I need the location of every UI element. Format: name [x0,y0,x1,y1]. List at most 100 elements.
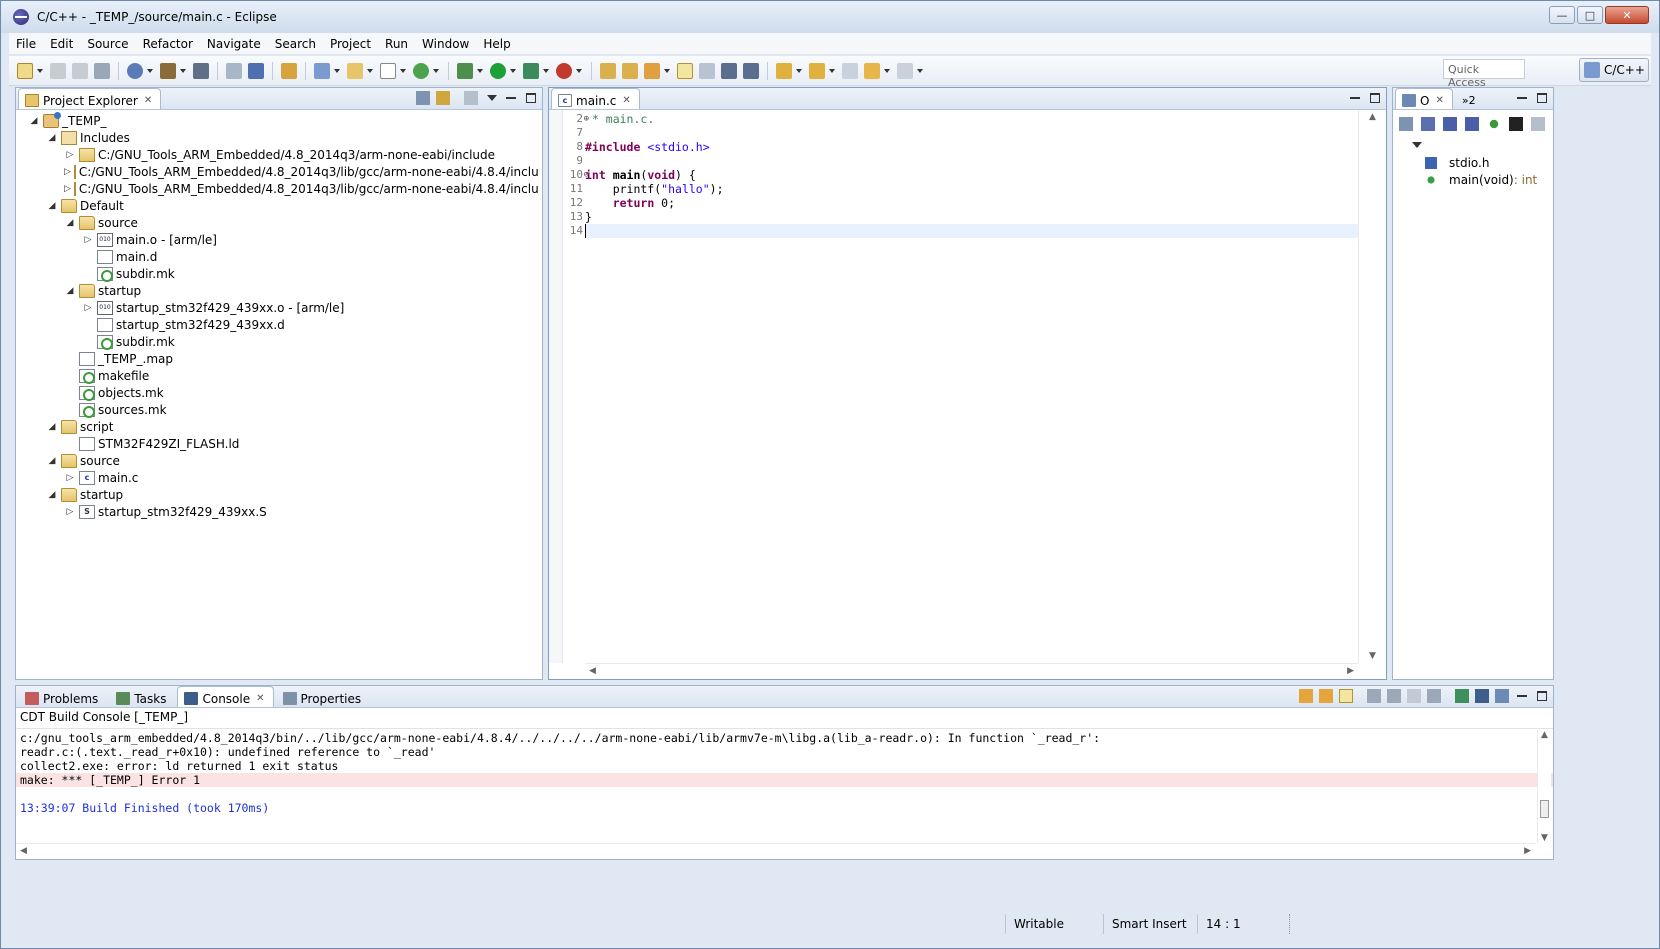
menu-run[interactable]: Run [378,37,415,51]
new-source-folder-icon[interactable] [347,62,363,79]
hide-non-public-icon[interactable] [1489,119,1499,129]
code-line[interactable] [585,126,1358,140]
tree-item[interactable]: subdir.mk [20,333,538,350]
outline-menu-icon[interactable] [1409,138,1423,152]
menu-file[interactable]: File [9,37,43,51]
expanded-arrow-icon[interactable]: ◢ [64,217,76,229]
tree-item[interactable]: ◢ startup [20,282,538,299]
show-whitespace-icon[interactable] [743,62,759,79]
code-editor[interactable]: 2 ⊕ 7 8 9 10 ⊖ 11 12 13 14 * main.c. #include <stdi… [549,110,1386,679]
collapse-all-icon[interactable] [1399,117,1413,131]
perspective-cpp-button[interactable]: C/C++ [1579,58,1649,82]
scroll-down-icon[interactable]: ▼ [1541,833,1548,843]
view-menu-icon[interactable] [484,91,498,105]
scroll-right-icon[interactable]: ▶ [1524,846,1531,856]
open-perspective-icon[interactable] [1533,59,1555,81]
scroll-lock-icon[interactable] [1339,689,1353,703]
close-icon[interactable]: ✕ [622,95,630,106]
expanded-arrow-icon[interactable]: ◢ [46,489,58,501]
tree-item[interactable]: STM32F429ZI_FLASH.ld [20,435,538,452]
tree-item[interactable]: sources.mk [20,401,538,418]
toggle-word-wrap-icon[interactable] [699,62,715,79]
new-class-icon[interactable] [413,62,429,79]
tab-properties[interactable]: Properties [276,686,371,707]
menu-project[interactable]: Project [323,37,378,51]
maximize-button[interactable]: □ [1577,6,1603,24]
save-icon[interactable] [50,62,66,79]
tree-item[interactable]: ◢ Default [20,197,538,214]
tree-item[interactable]: ▷ Sstartup_stm32f429_439xx.S [20,503,538,520]
minimize-button[interactable]: — [1549,6,1575,24]
new-icon[interactable] [17,62,33,79]
word-wrap-icon[interactable] [1407,689,1421,703]
expanded-arrow-icon[interactable]: ◢ [46,421,58,433]
menu-refactor[interactable]: Refactor [136,37,200,51]
print-icon[interactable] [94,62,110,79]
scroll-left-icon[interactable]: ◀ [20,846,27,856]
scroll-up-icon[interactable]: ▲ [1541,730,1548,740]
code-line[interactable] [585,154,1358,168]
tree-item[interactable]: subdir.mk [20,265,538,282]
open-folder-icon[interactable] [600,62,616,79]
search-icon[interactable] [644,62,660,79]
tab-overflow[interactable]: »2 [1455,88,1485,109]
maximize-panel-icon[interactable] [524,91,538,105]
minimize-panel-icon[interactable] [504,91,518,105]
tree-item[interactable]: ◢ source [20,452,538,469]
link-with-editor-icon[interactable] [436,91,450,105]
minimize-panel-icon[interactable] [1515,91,1529,105]
outline-item[interactable]: stdio.h [1413,154,1549,171]
collapsed-arrow-icon[interactable]: ▷ [82,302,94,314]
close-button[interactable]: ✕ [1605,6,1649,24]
tree-item[interactable]: ◢ startup [20,486,538,503]
quick-access-input[interactable]: Quick Access [1443,59,1525,89]
code-line[interactable]: } [585,210,1358,224]
collapsed-arrow-icon[interactable]: ▷ [64,183,71,195]
expanded-arrow-icon[interactable]: ◢ [28,115,40,127]
tree-item[interactable]: ◢ Includes [20,129,538,146]
tree-item[interactable]: main.d [20,248,538,265]
run-icon[interactable] [490,62,506,79]
tree-item[interactable]: ▷ 010 startup_stm32f429_439xx.o - [arm/le] [20,299,538,316]
tree-item[interactable]: ▷ c main.c [20,469,538,486]
tree-item[interactable]: ▷ C:/GNU_Tools_ARM_Embedded/4.8_2014q3/li… [20,163,538,180]
maximize-panel-icon[interactable] [1368,91,1382,105]
filter-icon[interactable] [1531,117,1545,131]
tab-tasks[interactable]: Tasks [109,686,175,707]
collapsed-arrow-icon[interactable]: ▷ [82,234,94,246]
previous-annotation-icon[interactable] [809,62,825,79]
refresh-icon[interactable] [226,62,242,79]
horizontal-scrollbar[interactable]: ◀ ▶ [585,663,1358,679]
forward-icon[interactable] [897,62,913,79]
menu-window[interactable]: Window [415,37,476,51]
paste-icon[interactable] [1387,689,1401,703]
block-selection-icon[interactable] [721,62,737,79]
skip-breakpoints-icon[interactable] [248,62,264,79]
close-icon[interactable]: ✕ [256,693,264,704]
close-icon[interactable]: ✕ [1435,95,1443,106]
tab-main-c[interactable]: c main.c ✕ [551,88,640,109]
hide-macros-icon[interactable] [1509,117,1523,131]
scroll-right-icon[interactable]: ▶ [1347,666,1354,676]
new-c-project-icon[interactable] [314,62,330,79]
menu-navigate[interactable]: Navigate [200,37,268,51]
tree-item[interactable]: _TEMP_.map [20,350,538,367]
code-line[interactable]: return 0; [585,196,1358,210]
toggle-mark-occurrences-icon[interactable] [677,62,693,79]
code-line[interactable]: int main(void) { [585,168,1358,182]
sort-icon[interactable] [1421,117,1435,131]
collapsed-arrow-icon[interactable]: ▷ [64,506,76,518]
scroll-left-icon[interactable]: ◀ [589,666,596,676]
scroll-thumb[interactable] [1540,800,1549,818]
tree-item[interactable]: ◢ _TEMP_ [20,112,538,129]
open-element-icon[interactable] [622,62,638,79]
expanded-arrow-icon[interactable]: ◢ [46,132,58,144]
build-hammer-icon[interactable] [160,62,176,79]
menu-source[interactable]: Source [80,37,135,51]
tab-console[interactable]: Console ✕ [177,686,274,707]
back-icon[interactable] [864,62,880,79]
open-type-icon[interactable] [281,62,297,79]
code-line[interactable]: #include <stdio.h> [585,140,1358,154]
tree-item[interactable]: objects.mk [20,384,538,401]
outline-item[interactable]: main(void) : int [1413,171,1549,188]
